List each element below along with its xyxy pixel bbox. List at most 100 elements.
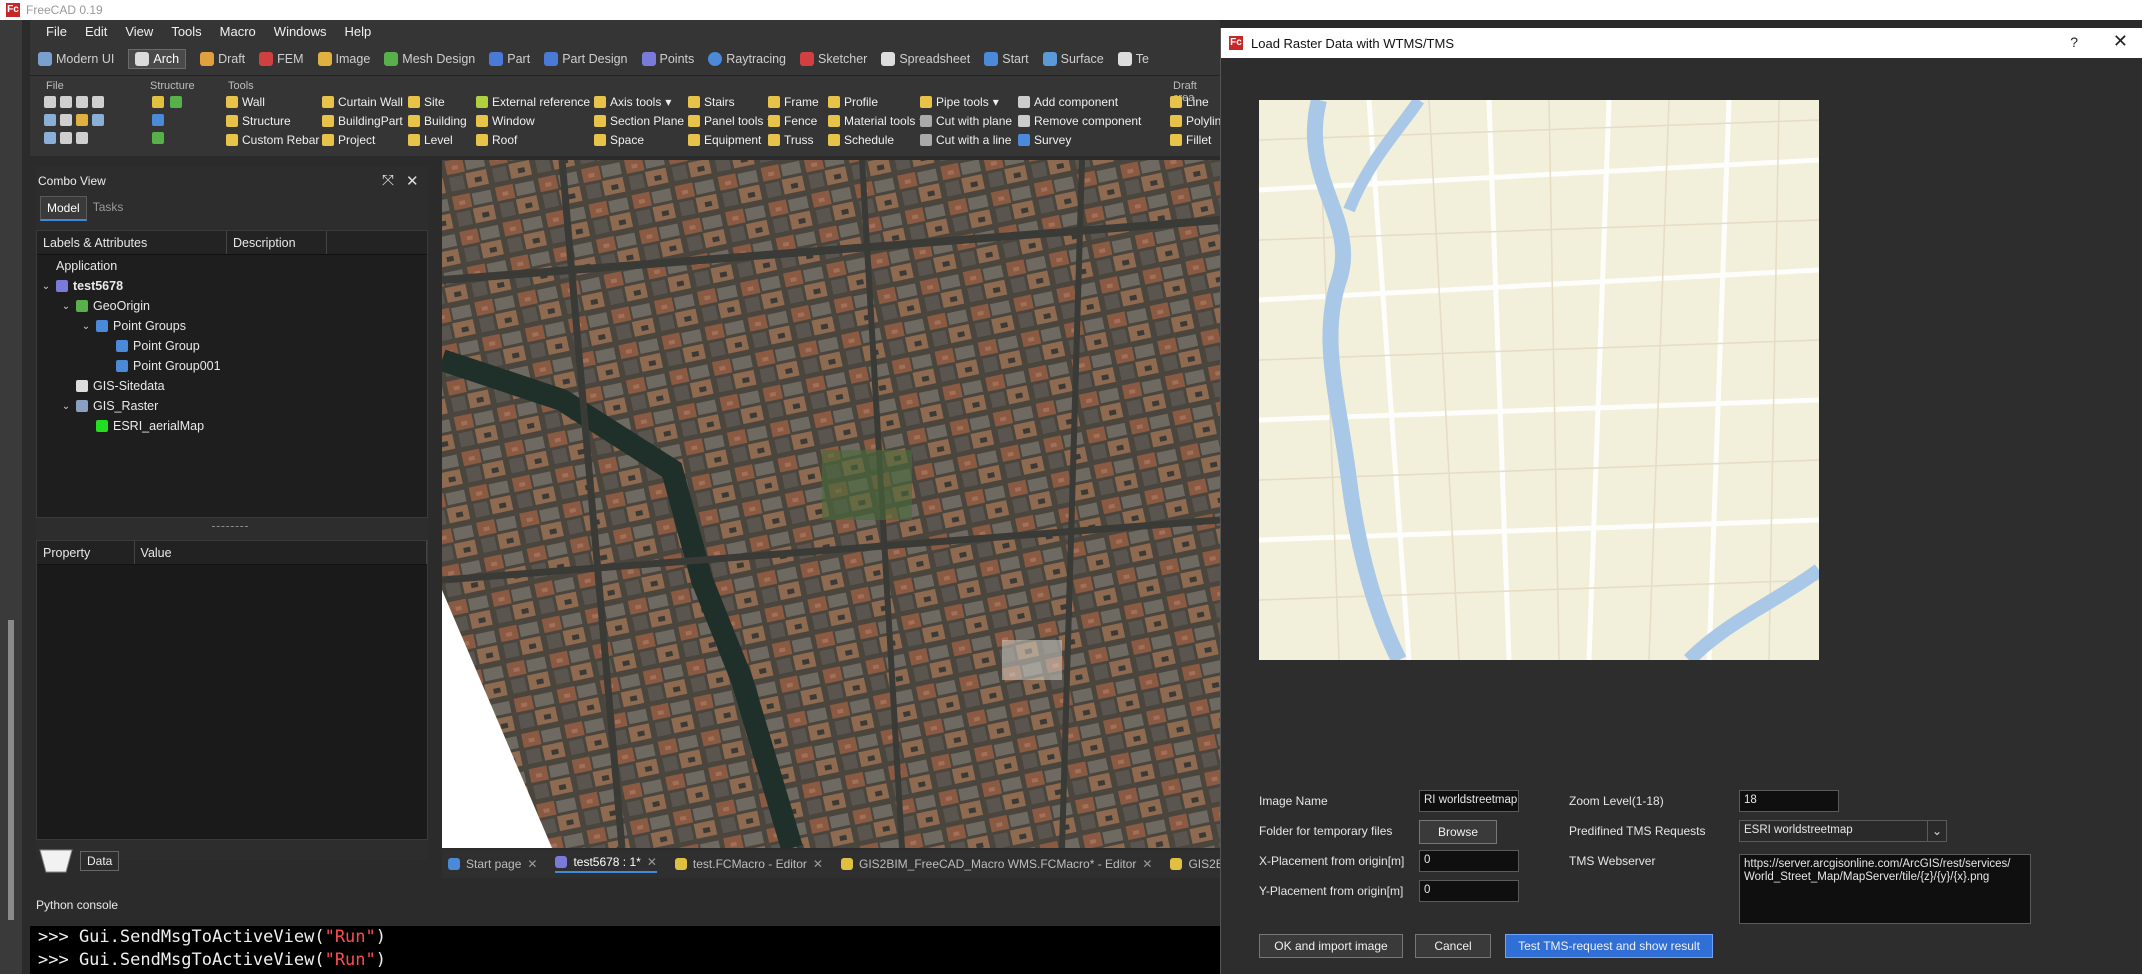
- wb-te[interactable]: Te: [1117, 51, 1149, 66]
- tree-item[interactable]: ESRI_aerialMap: [81, 419, 204, 433]
- tool-axis-tools[interactable]: Axis tools ▾: [594, 95, 671, 109]
- undock-icon[interactable]: ⤧: [382, 172, 394, 189]
- 3d-viewport[interactable]: [442, 160, 1220, 848]
- tool-survey[interactable]: Survey: [1018, 133, 1071, 147]
- ok-import-button[interactable]: OK and import image: [1259, 934, 1403, 958]
- tool-remove-component[interactable]: Remove component: [1018, 114, 1141, 128]
- tool-project[interactable]: Project: [322, 133, 375, 147]
- tree-header-description[interactable]: Description: [227, 231, 327, 254]
- tool-schedule[interactable]: Schedule: [828, 133, 894, 147]
- cut-icon[interactable]: [60, 114, 72, 126]
- tool-level[interactable]: Level: [408, 133, 453, 147]
- y-placement-input[interactable]: 0: [1419, 880, 1519, 902]
- browse-button[interactable]: Browse: [1419, 820, 1497, 844]
- wb-part-design[interactable]: Part Design: [544, 51, 628, 66]
- print-icon[interactable]: [44, 114, 56, 126]
- tool-building[interactable]: Building: [408, 114, 467, 128]
- tool-fence[interactable]: Fence: [768, 114, 817, 128]
- menu-view[interactable]: View: [117, 22, 161, 41]
- tool-equipment[interactable]: Equipment: [688, 133, 761, 147]
- wb-draft[interactable]: Draft: [200, 51, 245, 66]
- predefined-tms-select[interactable]: ESRI worldstreetmap: [1739, 820, 1931, 842]
- close-icon[interactable]: ✕: [406, 172, 419, 190]
- tool-line[interactable]: Line: [1170, 95, 1209, 109]
- tool-stairs[interactable]: Stairs: [688, 95, 735, 109]
- close-tab-icon[interactable]: ✕: [1142, 857, 1152, 871]
- structure-b-icon[interactable]: [170, 96, 182, 108]
- expand-arrow-icon[interactable]: ⌄: [41, 281, 51, 292]
- export-icon[interactable]: [44, 132, 56, 144]
- wb-fem[interactable]: FEM: [259, 51, 304, 66]
- tree-item[interactable]: Application: [41, 259, 117, 273]
- expand-arrow-icon[interactable]: ⌄: [61, 401, 71, 412]
- wb-raytracing[interactable]: Raytracing: [708, 51, 786, 66]
- property-header-property[interactable]: Property: [37, 541, 135, 564]
- left-scrollbar[interactable]: [8, 620, 14, 920]
- view-tab-icon[interactable]: [36, 848, 76, 874]
- tree-item[interactable]: ⌄ Point Groups: [81, 319, 186, 333]
- wb-points[interactable]: Points: [641, 51, 694, 66]
- tool-window[interactable]: Window: [476, 114, 535, 128]
- doc-tab-test-macro[interactable]: test.FCMacro - Editor ✕: [674, 857, 823, 871]
- tool-custom-rebar[interactable]: Custom Rebar: [226, 133, 319, 147]
- refresh-icon[interactable]: [92, 96, 104, 108]
- panel-splitter[interactable]: [212, 526, 248, 527]
- menu-edit[interactable]: Edit: [77, 22, 115, 41]
- tool-panel-tools[interactable]: Panel tools▾: [688, 114, 773, 128]
- tab-tasks[interactable]: Tasks: [87, 196, 130, 221]
- menu-windows[interactable]: Windows: [266, 22, 335, 41]
- tree-item[interactable]: ⌄ test5678: [41, 279, 123, 293]
- tool-structure[interactable]: Structure: [226, 114, 291, 128]
- tree-item[interactable]: Point Group001: [101, 359, 221, 373]
- tool-truss[interactable]: Truss: [768, 133, 814, 147]
- new-file-icon[interactable]: [44, 96, 56, 108]
- tool-material-tools[interactable]: Material tools▾: [828, 114, 925, 128]
- close-tab-icon[interactable]: ✕: [527, 857, 537, 871]
- test-tms-button[interactable]: Test TMS-request and show result: [1505, 934, 1713, 958]
- structure-c-icon[interactable]: [152, 114, 164, 126]
- save-icon[interactable]: [76, 96, 88, 108]
- cancel-button[interactable]: Cancel: [1415, 934, 1491, 958]
- tool-roof[interactable]: Roof: [476, 133, 517, 147]
- tree-item[interactable]: ⌄ GIS_Raster: [61, 399, 159, 413]
- tool-curtain-wall[interactable]: Curtain Wall: [322, 95, 403, 109]
- close-tab-icon[interactable]: ✕: [813, 857, 823, 871]
- menu-macro[interactable]: Macro: [212, 22, 264, 41]
- tree-item[interactable]: GIS-Sitedata: [61, 379, 165, 393]
- expand-arrow-icon[interactable]: ⌄: [61, 301, 71, 312]
- wb-spreadsheet[interactable]: Spreadsheet: [881, 51, 970, 66]
- wb-mesh-design[interactable]: Mesh Design: [384, 51, 475, 66]
- copy-icon[interactable]: [60, 132, 72, 144]
- undo-icon[interactable]: [76, 114, 88, 126]
- open-file-icon[interactable]: [60, 96, 72, 108]
- help-icon[interactable]: ?: [2070, 34, 2078, 50]
- wb-arch[interactable]: Arch: [128, 48, 187, 69]
- wb-sketcher[interactable]: Sketcher: [800, 51, 867, 66]
- wb-start[interactable]: Start: [984, 51, 1029, 66]
- tool-buildingpart[interactable]: BuildingPart: [322, 114, 403, 128]
- tool-add-component[interactable]: Add component: [1018, 95, 1118, 109]
- x-placement-input[interactable]: 0: [1419, 850, 1519, 872]
- dialog-close-icon[interactable]: ✕: [2113, 31, 2128, 52]
- doc-tab-start-page[interactable]: Start page ✕: [448, 857, 537, 871]
- tab-data[interactable]: Data: [80, 851, 120, 871]
- tool-cut-with-plane[interactable]: Cut with plane: [920, 114, 1012, 128]
- zoom-level-input[interactable]: 18: [1739, 790, 1839, 812]
- tree-item[interactable]: ⌄ GeoOrigin: [61, 299, 150, 313]
- expand-arrow-icon[interactable]: ⌄: [81, 321, 91, 332]
- tool-pipe-tools[interactable]: Pipe tools ▾: [920, 95, 999, 109]
- structure-d-icon[interactable]: [152, 132, 164, 144]
- image-name-input[interactable]: RI worldstreetmap: [1419, 790, 1519, 812]
- tree-item[interactable]: Point Group: [101, 339, 200, 353]
- property-header-value[interactable]: Value: [135, 541, 427, 564]
- wb-part[interactable]: Part: [489, 51, 530, 66]
- tool-section-plane[interactable]: Section Plane: [594, 114, 684, 128]
- tool-wall[interactable]: Wall: [226, 95, 265, 109]
- tool-frame[interactable]: Frame: [768, 95, 819, 109]
- tab-model[interactable]: Model: [40, 196, 87, 221]
- menu-file[interactable]: File: [38, 22, 75, 41]
- chevron-down-icon[interactable]: ⌄: [1927, 820, 1947, 842]
- python-console[interactable]: >>> Gui.SendMsgToActiveView("Run") >>> G…: [30, 926, 1220, 974]
- tms-webserver-input[interactable]: https://server.arcgisonline.com/ArcGIS/r…: [1739, 854, 2031, 924]
- tool-fillet[interactable]: Fillet: [1170, 133, 1211, 147]
